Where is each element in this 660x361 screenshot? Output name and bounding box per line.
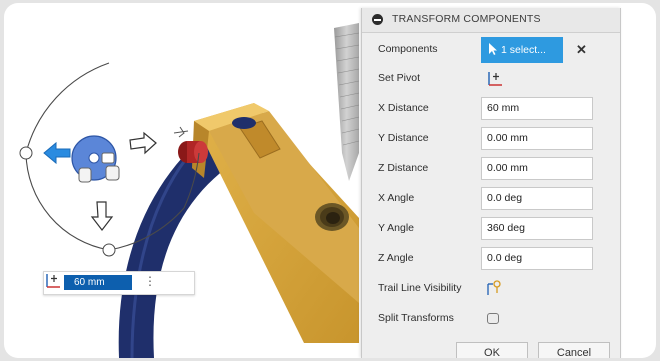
cursor-icon [489, 43, 497, 55]
row-z-distance: Z Distance 0.00 mm [362, 156, 620, 182]
ok-button[interactable]: OK [456, 342, 528, 358]
split-transforms-label: Split Transforms [378, 312, 454, 324]
set-pivot-label: Set Pivot [378, 72, 421, 84]
pivot-icon[interactable] [486, 70, 504, 88]
z-distance-label: Z Distance [378, 162, 429, 174]
components-select-button[interactable]: 1 select... [481, 37, 563, 63]
arrow-icon-left[interactable] [43, 141, 71, 165]
row-x-distance: X Distance 60 mm [362, 96, 620, 122]
component-manipulator[interactable] [71, 135, 120, 183]
y-distance-label: Y Distance [378, 132, 429, 144]
y-angle-label: Y Angle [378, 222, 415, 234]
x-distance-label: X Distance [378, 102, 429, 114]
row-trail-line: Trail Line Visibility [362, 276, 620, 302]
row-z-angle: Z Angle 0.0 deg [362, 246, 620, 272]
cancel-button[interactable]: Cancel [538, 342, 610, 358]
row-components: Components 1 select... ✕ [362, 37, 620, 63]
distance-input-bar: 60 mm ⋮ [43, 271, 195, 295]
close-icon[interactable]: ✕ [576, 42, 587, 58]
red-pin [178, 141, 208, 163]
panel-header: TRANSFORM COMPONENTS [362, 8, 620, 33]
transform-components-panel: TRANSFORM COMPONENTS Components 1 select… [361, 8, 621, 358]
row-y-angle: Y Angle 360 deg [362, 216, 620, 242]
y-distance-field[interactable]: 0.00 mm [481, 127, 593, 150]
x-angle-label: X Angle [378, 192, 415, 204]
z-angle-label: Z Angle [378, 252, 414, 264]
z-angle-field[interactable]: 0.0 deg [481, 247, 593, 270]
row-set-pivot: Set Pivot [362, 66, 620, 92]
trail-line-label: Trail Line Visibility [378, 282, 462, 294]
row-y-distance: Y Distance 0.00 mm [362, 126, 620, 152]
y-angle-field[interactable]: 360 deg [481, 217, 593, 240]
app-frame: 60 mm ⋮ TRANSFORM COMPONENTS Components … [4, 3, 656, 358]
split-transforms-checkbox[interactable] [487, 313, 499, 324]
trail-line-icon[interactable] [486, 279, 502, 297]
z-distance-field[interactable]: 0.00 mm [481, 157, 593, 180]
x-angle-field[interactable]: 0.0 deg [481, 187, 593, 210]
collapse-icon[interactable] [372, 14, 383, 25]
pivot-icon[interactable] [44, 272, 62, 290]
more-options-icon[interactable]: ⋮ [144, 274, 156, 288]
rotate-handle-icon[interactable] [173, 126, 189, 138]
components-value: 1 select... [501, 44, 546, 56]
row-x-angle: X Angle 0.0 deg [362, 186, 620, 212]
arrow-icon-right[interactable] [129, 131, 157, 155]
panel-title: TRANSFORM COMPONENTS [392, 13, 541, 25]
arrow-icon-down[interactable] [90, 201, 114, 231]
threaded-cone [334, 23, 360, 181]
floating-distance-input[interactable]: 60 mm [64, 275, 132, 290]
yellow-arm-part [192, 103, 359, 343]
row-split-transforms: Split Transforms [362, 306, 620, 332]
x-distance-field[interactable]: 60 mm [481, 97, 593, 120]
components-label: Components [378, 43, 438, 55]
